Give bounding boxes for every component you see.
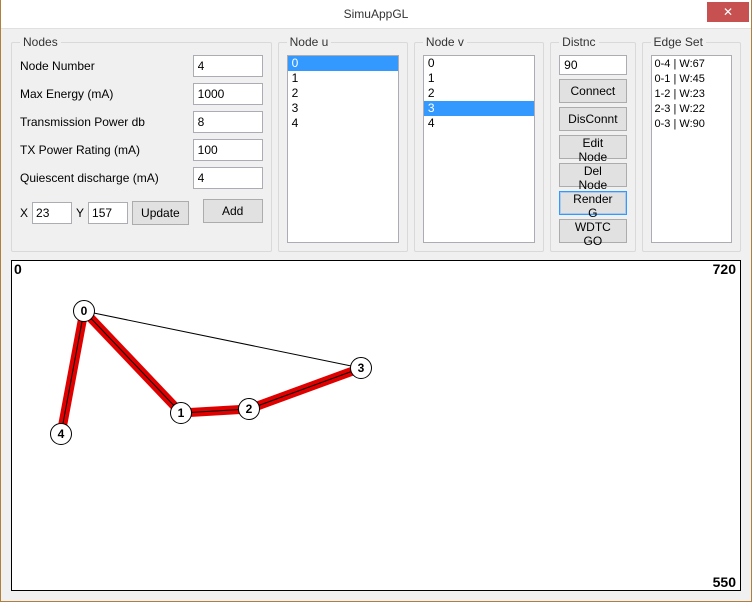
edge-line[interactable]: 2-3 | W:22 — [655, 102, 728, 117]
list-item[interactable]: 0 — [288, 56, 398, 71]
list-item[interactable]: 1 — [288, 71, 398, 86]
distnc-legend: Distnc — [559, 35, 598, 49]
node-number-label: Node Number — [20, 59, 187, 73]
controls-row: Nodes Node Number Max Energy (mA) Transm… — [11, 35, 741, 252]
quiescent-input[interactable] — [193, 167, 263, 189]
list-item[interactable]: 4 — [288, 116, 398, 131]
add-button[interactable]: Add — [203, 199, 263, 223]
edge-line[interactable]: 0-4 | W:67 — [655, 57, 728, 72]
nodes-group: Nodes Node Number Max Energy (mA) Transm… — [11, 35, 272, 252]
wdtc-go-button[interactable]: WDTC GO — [559, 219, 626, 243]
window-title: SimuAppGL — [344, 7, 409, 21]
app-window: SimuAppGL ✕ Nodes Node Number Max Energy… — [0, 0, 752, 602]
quiescent-row: Quiescent discharge (mA) — [20, 167, 263, 189]
render-g-button[interactable]: Render G — [559, 191, 626, 215]
graph-node[interactable]: 0 — [73, 300, 95, 322]
tx-power-rating-label: TX Power Rating (mA) — [20, 143, 187, 157]
edge-set-list[interactable]: 0-4 | W:670-1 | W:451-2 | W:232-3 | W:22… — [651, 55, 732, 243]
list-item[interactable]: 1 — [424, 71, 534, 86]
close-icon: ✕ — [723, 5, 733, 19]
x-label: X — [20, 206, 28, 220]
node-u-group: Node u 01234 — [278, 35, 408, 252]
list-item[interactable]: 3 — [424, 101, 534, 116]
edit-node-button[interactable]: Edit Node — [559, 135, 626, 159]
x-input[interactable] — [32, 202, 72, 224]
edges-svg — [12, 261, 740, 590]
update-button[interactable]: Update — [132, 201, 189, 225]
tx-power-rating-input[interactable] — [193, 139, 263, 161]
edge-set-group: Edge Set 0-4 | W:670-1 | W:451-2 | W:232… — [642, 35, 741, 252]
titlebar: SimuAppGL ✕ — [1, 0, 751, 29]
list-item[interactable]: 2 — [424, 86, 534, 101]
close-button[interactable]: ✕ — [707, 2, 749, 22]
edge-line[interactable]: 0-1 | W:45 — [655, 72, 728, 87]
quiescent-label: Quiescent discharge (mA) — [20, 171, 187, 185]
list-item[interactable]: 2 — [288, 86, 398, 101]
list-item[interactable]: 3 — [288, 101, 398, 116]
edge-line[interactable]: 0-3 | W:90 — [655, 117, 728, 132]
max-energy-row: Max Energy (mA) — [20, 83, 263, 105]
node-v-list[interactable]: 01234 — [423, 55, 535, 243]
list-item[interactable]: 0 — [424, 56, 534, 71]
tx-power-db-input[interactable] — [193, 111, 263, 133]
connect-button[interactable]: Connect — [559, 79, 626, 103]
node-v-legend: Node v — [423, 35, 467, 49]
node-number-input[interactable] — [193, 55, 263, 77]
render-canvas[interactable]: 0 720 550 01234 — [11, 260, 741, 591]
distnc-group: Distnc Connect DisConnt Edit Node Del No… — [550, 35, 635, 252]
tx-power-rating-row: TX Power Rating (mA) — [20, 139, 263, 161]
distnc-input[interactable] — [559, 55, 626, 75]
graph-node[interactable]: 4 — [50, 423, 72, 445]
tx-power-db-row: Transmission Power db — [20, 111, 263, 133]
y-input[interactable] — [88, 202, 128, 224]
graph-node[interactable]: 3 — [350, 357, 372, 379]
content-area: Nodes Node Number Max Energy (mA) Transm… — [1, 29, 751, 601]
edge-line[interactable]: 1-2 | W:23 — [655, 87, 728, 102]
tx-power-db-label: Transmission Power db — [20, 115, 187, 129]
max-energy-label: Max Energy (mA) — [20, 87, 187, 101]
node-u-legend: Node u — [287, 35, 332, 49]
y-label: Y — [76, 206, 84, 220]
graph-node[interactable]: 1 — [170, 402, 192, 424]
del-node-button[interactable]: Del Node — [559, 163, 626, 187]
node-v-group: Node v 01234 — [414, 35, 544, 252]
graph-node[interactable]: 2 — [238, 398, 260, 420]
nodes-legend: Nodes — [20, 35, 61, 49]
edge-set-legend: Edge Set — [651, 35, 706, 49]
disconnt-button[interactable]: DisConnt — [559, 107, 626, 131]
max-energy-input[interactable] — [193, 83, 263, 105]
xy-row: X Y Update — [20, 201, 189, 225]
node-u-list[interactable]: 01234 — [287, 55, 399, 243]
node-number-row: Node Number — [20, 55, 263, 77]
list-item[interactable]: 4 — [424, 116, 534, 131]
